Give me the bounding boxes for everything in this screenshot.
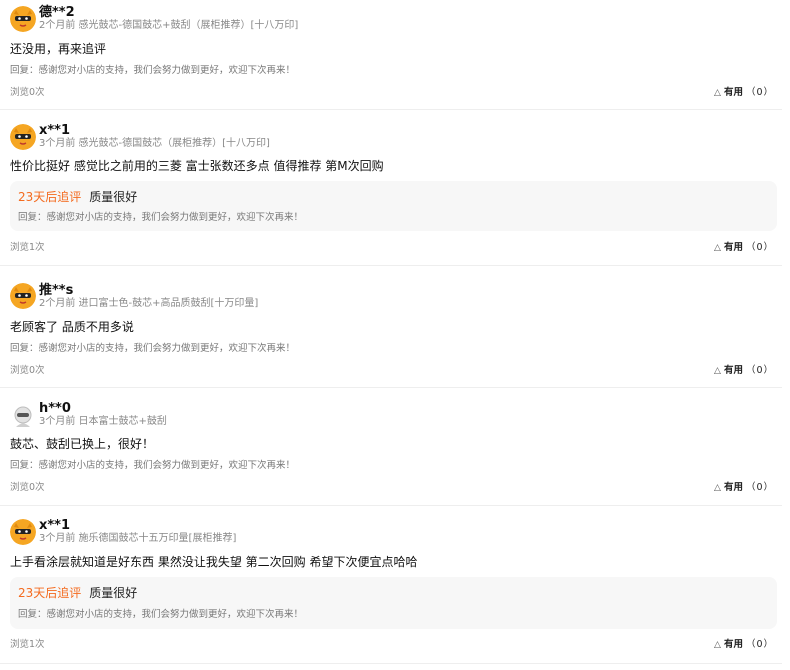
followup-days: 23天后追评 <box>18 586 82 600</box>
review-content: 老顾客了 品质不用多说 <box>10 320 134 334</box>
followup-box: 23天后追评 质量很好 回复：感谢您对小店的支持，我们会努力做到更好，欢迎下次再来… <box>10 577 777 629</box>
helpful-button[interactable]: △ 有用 （0） <box>714 242 774 254</box>
helpful-count: （0） <box>745 365 774 376</box>
avatar[interactable] <box>10 519 36 545</box>
followup-text: 质量很好 <box>89 190 138 204</box>
seller-reply: 回复：感谢您对小店的支持，我们会努力做到更好，欢迎下次再来！ <box>10 460 296 471</box>
username: x**1 <box>39 518 71 533</box>
thumbs-up-icon: △ <box>714 243 721 253</box>
username: 推**s <box>39 283 74 298</box>
helpful-label: 有用 <box>723 482 743 493</box>
helpful-count: （0） <box>745 242 774 253</box>
helpful-count: （0） <box>745 482 774 493</box>
review-meta: 3个月前 日本富士鼓芯+鼓刮 <box>39 416 167 427</box>
view-count: 浏览0次 <box>10 365 45 376</box>
orange-masked-mascot-icon <box>10 124 36 150</box>
review-meta: 2个月前 进口富士色-鼓芯+高品质鼓刮[十万印量] <box>39 298 259 309</box>
followup-days: 23天后追评 <box>18 190 82 204</box>
thumbs-up-icon: △ <box>714 640 721 650</box>
thumbs-up-icon: △ <box>714 88 721 98</box>
view-count: 浏览1次 <box>10 242 45 253</box>
thumbs-up-icon: △ <box>714 483 721 493</box>
review-meta: 2个月前 感光鼓芯-德国鼓芯+鼓刮（展柜推荐）[十八万印] <box>39 20 299 31</box>
helpful-button[interactable]: △ 有用 （0） <box>714 365 774 377</box>
review-item: x**1 3个月前 施乐德国鼓芯十五万印量[展柜推荐] 上手看涂层就知道是好东西… <box>0 506 782 664</box>
view-count: 浏览0次 <box>10 87 45 98</box>
followup-line: 23天后追评 质量很好 <box>18 585 137 601</box>
orange-masked-mascot-icon <box>10 519 36 545</box>
followup-text: 质量很好 <box>89 586 138 600</box>
review-content: 还没用，再来追评 <box>10 42 107 56</box>
review-item: 德**2 2个月前 感光鼓芯-德国鼓芯+鼓刮（展柜推荐）[十八万印] 还没用，再… <box>0 0 782 110</box>
helpful-count: （0） <box>745 639 774 650</box>
review-content: 鼓芯、鼓刮已换上，很好！ <box>10 437 155 451</box>
thumbs-up-icon: △ <box>714 366 721 376</box>
review-meta: 3个月前 感光鼓芯-德国鼓芯（展柜推荐）[十八万印] <box>39 138 270 149</box>
orange-masked-mascot-icon <box>10 6 36 32</box>
helpful-count: （0） <box>745 87 774 98</box>
review-content: 性价比挺好 感觉比之前用的三菱 富士张数还多点 值得推荐 第M次回购 <box>10 159 384 173</box>
seller-reply: 回复：感谢您对小店的支持，我们会努力做到更好，欢迎下次再来！ <box>10 343 296 354</box>
helpful-label: 有用 <box>723 365 743 376</box>
username: x**1 <box>39 123 71 138</box>
helpful-button[interactable]: △ 有用 （0） <box>714 639 774 651</box>
review-list: 德**2 2个月前 感光鼓芯-德国鼓芯+鼓刮（展柜推荐）[十八万印] 还没用，再… <box>0 0 790 670</box>
gray-default-avatar-icon <box>10 403 36 429</box>
avatar[interactable] <box>10 124 36 150</box>
avatar[interactable] <box>10 283 36 309</box>
review-item: x**1 3个月前 感光鼓芯-德国鼓芯（展柜推荐）[十八万印] 性价比挺好 感觉… <box>0 110 782 266</box>
review-item: h**0 3个月前 日本富士鼓芯+鼓刮 鼓芯、鼓刮已换上，很好！ 回复：感谢您对… <box>0 388 782 506</box>
seller-reply: 回复：感谢您对小店的支持，我们会努力做到更好，欢迎下次再来！ <box>10 65 296 76</box>
review-content: 上手看涂层就知道是好东西 果然没让我失望 第二次回购 希望下次便宜点哈哈 <box>10 555 418 569</box>
review-item: 推**s 2个月前 进口富士色-鼓芯+高品质鼓刮[十万印量] 老顾客了 品质不用… <box>0 266 782 388</box>
view-count: 浏览1次 <box>10 639 45 650</box>
orange-masked-mascot-icon <box>10 283 36 309</box>
username: h**0 <box>39 401 71 416</box>
followup-box: 23天后追评 质量很好 回复：感谢您对小店的支持，我们会努力做到更好，欢迎下次再来… <box>10 181 777 231</box>
username: 德**2 <box>39 5 75 20</box>
helpful-button[interactable]: △ 有用 （0） <box>714 482 774 494</box>
seller-reply: 回复：感谢您对小店的支持，我们会努力做到更好，欢迎下次再来！ <box>18 212 304 223</box>
review-meta: 3个月前 施乐德国鼓芯十五万印量[展柜推荐] <box>39 533 237 544</box>
helpful-label: 有用 <box>723 87 743 98</box>
helpful-label: 有用 <box>723 242 743 253</box>
view-count: 浏览0次 <box>10 482 45 493</box>
seller-reply: 回复：感谢您对小店的支持，我们会努力做到更好，欢迎下次再来！ <box>18 609 304 620</box>
helpful-label: 有用 <box>723 639 743 650</box>
avatar[interactable] <box>10 6 36 32</box>
followup-line: 23天后追评 质量很好 <box>18 189 137 205</box>
helpful-button[interactable]: △ 有用 （0） <box>714 87 774 99</box>
avatar[interactable] <box>10 403 36 429</box>
